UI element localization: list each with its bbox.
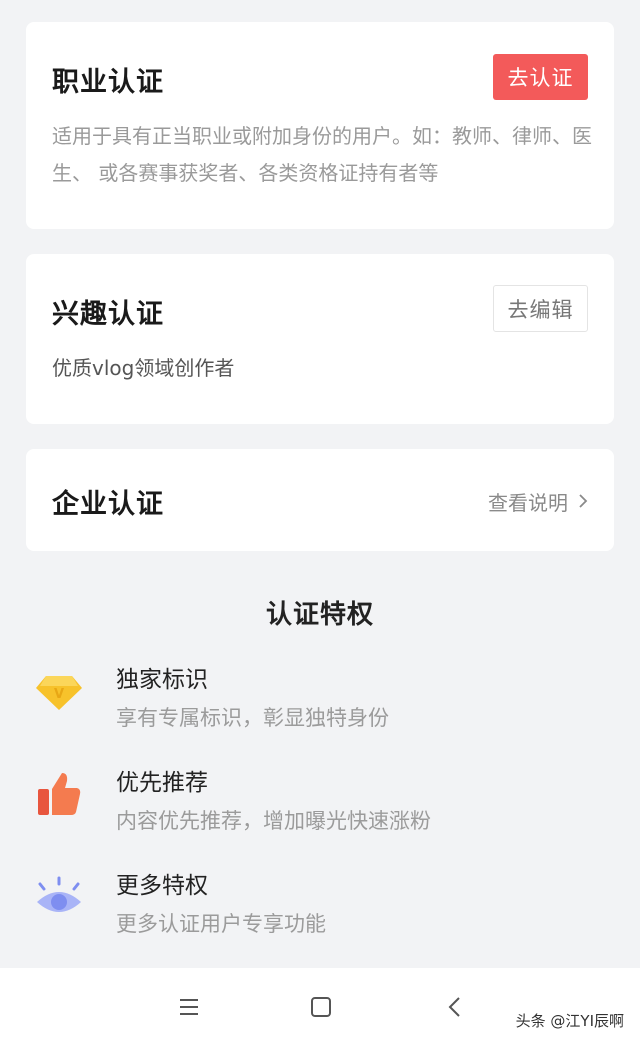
privilege-title: 更多特权 — [116, 873, 208, 899]
privilege-item: V 独家标识 享有专属标识，彰显独特身份 — [0, 660, 640, 750]
eye-icon — [34, 874, 84, 924]
view-explanation-label: 查看说明 — [488, 491, 568, 515]
view-explanation-link[interactable]: 查看说明 — [488, 487, 588, 516]
svg-text:V: V — [54, 687, 64, 702]
diamond-icon: V — [34, 666, 84, 716]
interest-cert-description: 优质vlog领域创作者 — [52, 356, 235, 380]
system-nav-bar: 头条 @江YI辰啊 — [0, 968, 640, 1044]
privilege-item: 优先推荐 内容优先推荐，增加曝光快速涨粉 — [0, 763, 640, 853]
menu-icon[interactable] — [174, 992, 204, 1022]
professional-cert-title: 职业认证 — [52, 67, 164, 98]
privilege-title: 优先推荐 — [116, 770, 208, 796]
professional-cert-description: 适用于具有正当职业或附加身份的用户。如：教师、律师、医生、 或各赛事获奖者、各类… — [52, 124, 592, 185]
chevron-right-icon — [578, 490, 588, 514]
enterprise-cert-card[interactable]: 企业认证 查看说明 — [26, 449, 614, 551]
watermark-text: 头条 @江YI辰啊 — [515, 1012, 624, 1030]
enterprise-cert-title: 企业认证 — [52, 489, 164, 520]
interest-cert-title: 兴趣认证 — [52, 299, 164, 330]
privilege-desc: 享有专属标识，彰显独特身份 — [116, 706, 389, 730]
professional-cert-card: 职业认证 去认证 适用于具有正当职业或附加身份的用户。如：教师、律师、医生、 或… — [26, 22, 614, 229]
interest-cert-card: 兴趣认证 去编辑 优质vlog领域创作者 — [26, 254, 614, 424]
go-certify-button[interactable]: 去认证 — [493, 54, 588, 100]
privilege-desc: 内容优先推荐，增加曝光快速涨粉 — [116, 809, 431, 833]
privilege-title: 独家标识 — [116, 667, 208, 693]
home-icon[interactable] — [306, 992, 336, 1022]
privilege-item: 更多特权 更多认证用户专享功能 — [0, 866, 640, 956]
go-edit-button[interactable]: 去编辑 — [493, 285, 588, 332]
privileges-title: 认证特权 — [265, 600, 374, 630]
privilege-desc: 更多认证用户专享功能 — [116, 912, 326, 936]
thumbs-up-icon — [34, 769, 84, 819]
back-icon[interactable] — [440, 992, 470, 1022]
